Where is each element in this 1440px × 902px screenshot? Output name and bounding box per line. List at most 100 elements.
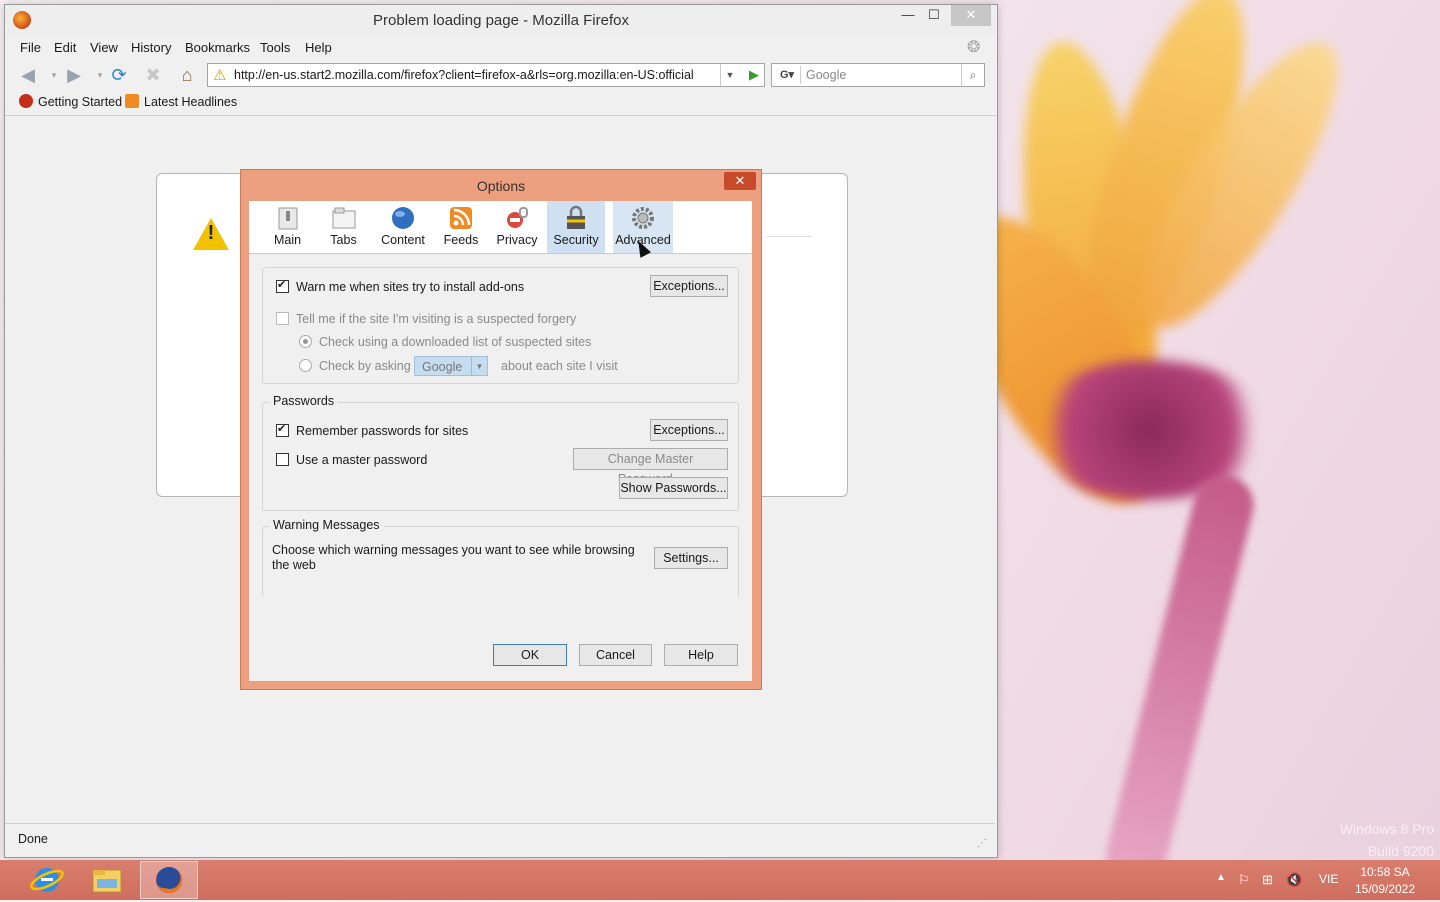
menu-tools[interactable]: Tools (260, 40, 290, 55)
url-history-dropdown-icon[interactable]: ▼ (720, 64, 739, 86)
passwords-exceptions-button[interactable]: Exceptions... (650, 419, 728, 441)
tab-feeds[interactable]: Feeds (442, 201, 480, 253)
remember-passwords-checkbox[interactable] (276, 422, 289, 437)
warnings-description: Choose which warning messages you want t… (272, 543, 635, 572)
tab-content[interactable]: Content (379, 201, 427, 253)
passwords-legend: Passwords (269, 394, 339, 408)
back-arrow-icon[interactable]: ◀ (17, 65, 39, 85)
menu-help[interactable]: Help (305, 40, 332, 55)
title-bar: Problem loading page - Mozilla Firefox —… (5, 5, 997, 35)
passwords-group: Passwords Remember passwords for sites E… (262, 394, 739, 511)
warnings-legend: Warning Messages (269, 518, 384, 532)
home-icon[interactable]: ⌂ (176, 65, 198, 85)
options-dialog: Options ✕ Main Tabs Content Feeds Privac… (240, 169, 762, 690)
search-engine-selector[interactable]: G▾ (774, 66, 801, 84)
dialog-body: Main Tabs Content Feeds Privacy Security (249, 201, 752, 681)
asking-suffix: about each site I visit (501, 359, 618, 373)
stop-icon[interactable]: ✖ (142, 65, 164, 85)
cancel-button[interactable]: Cancel (579, 644, 652, 666)
rss-feed-icon (125, 94, 139, 108)
taskbar-file-explorer[interactable] (78, 861, 136, 899)
windows-watermark: Windows 8 Pro Build 9200 (1339, 821, 1434, 859)
action-center-flag-icon[interactable]: ⚐ (1238, 872, 1250, 888)
provider-select[interactable]: Google ▼ (414, 356, 488, 376)
volume-muted-icon[interactable]: 🔇 (1286, 872, 1302, 888)
search-input[interactable]: Google (806, 68, 846, 82)
tabs-icon (332, 207, 355, 229)
taskbar: ▲ ⚐ ⊞ 🔇 VIE 10:58 SA 15/09/2022 (0, 860, 1440, 900)
close-window-button[interactable]: ✕ (951, 5, 991, 26)
network-icon[interactable]: ⊞ (1262, 872, 1273, 888)
padlock-icon (567, 205, 585, 229)
clock-time: 10:58 SA (1360, 865, 1410, 879)
warnings-settings-button[interactable]: Settings... (654, 547, 728, 569)
menu-edit[interactable]: Edit (54, 40, 76, 55)
warn-addons-checkbox[interactable] (276, 278, 289, 293)
forgery-row[interactable]: Tell me if the site I'm visiting is a su… (276, 312, 576, 326)
radio-downloaded[interactable] (299, 335, 312, 348)
warn-addons-row[interactable]: Warn me when sites try to install add-on… (276, 278, 524, 294)
change-master-password-button[interactable]: Change Master Password... (573, 448, 728, 486)
dialog-close-button[interactable]: ✕ (724, 172, 756, 190)
radio-asking[interactable] (299, 359, 312, 372)
forgery-checkbox[interactable] (276, 312, 289, 325)
remember-passwords-row[interactable]: Remember passwords for sites (276, 422, 468, 438)
error-divider (767, 236, 811, 237)
bookmark-latest-headlines[interactable]: Latest Headlines (125, 94, 237, 109)
throbber-icon: ❂ (967, 39, 981, 56)
menu-file[interactable]: File (20, 40, 41, 55)
radio-asking-row[interactable]: Check by asking (299, 359, 411, 373)
master-password-row[interactable]: Use a master password (276, 453, 427, 467)
status-text: Done (18, 832, 48, 846)
menu-bookmarks[interactable]: Bookmarks (185, 40, 250, 55)
tab-main[interactable]: Main (269, 201, 306, 253)
url-text[interactable]: http://en-us.start2.mozilla.com/firefox?… (234, 68, 694, 82)
bookmark-getting-started[interactable]: Getting Started (19, 94, 122, 109)
gear-icon (632, 207, 654, 229)
window-title: Problem loading page - Mozilla Firefox (373, 12, 629, 29)
system-clock[interactable]: 10:58 SA 15/09/2022 (1352, 864, 1418, 898)
clock-date: 15/09/2022 (1354, 882, 1416, 896)
input-language[interactable]: VIE (1319, 872, 1338, 886)
warning-messages-group: Warning Messages Choose which warning me… (262, 518, 739, 597)
search-bar[interactable]: G▾ Google ⌕ (771, 63, 985, 87)
file-explorer-icon (92, 869, 122, 893)
menu-view[interactable]: View (90, 40, 118, 55)
resize-grip-icon[interactable]: ⋰ (977, 838, 987, 849)
reload-icon[interactable]: ⟳ (108, 65, 130, 85)
taskbar-firefox[interactable] (140, 861, 198, 899)
navigation-toolbar: ◀ ▾ ▶ ▾ ⟳ ✖ ⌂ ⚠ http://en-us.start2.mozi… (5, 57, 997, 89)
tab-tabs[interactable]: Tabs (325, 201, 362, 253)
addons-exceptions-button[interactable]: Exceptions... (650, 275, 728, 297)
taskbar-internet-explorer[interactable] (18, 861, 76, 899)
show-passwords-button[interactable]: Show Passwords... (619, 477, 728, 499)
firefox-icon (155, 867, 183, 894)
options-category-toolbar: Main Tabs Content Feeds Privacy Security (249, 201, 752, 254)
radio-downloaded-row[interactable]: Check using a downloaded list of suspect… (299, 335, 591, 349)
desktop-wallpaper-flower (990, 0, 1440, 860)
minimize-button[interactable]: — (897, 5, 919, 26)
globe-icon (392, 207, 414, 229)
back-history-dropdown-icon[interactable]: ▾ (43, 65, 65, 85)
mask-icon (507, 207, 528, 228)
show-hidden-icons-icon[interactable]: ▲ (1216, 872, 1226, 883)
menu-history[interactable]: History (131, 40, 171, 55)
tab-privacy[interactable]: Privacy (495, 201, 539, 253)
master-password-checkbox[interactable] (276, 453, 289, 466)
maximize-button[interactable]: ☐ (923, 5, 945, 26)
search-magnifier-icon[interactable]: ⌕ (961, 64, 984, 86)
forward-arrow-icon[interactable]: ▶ (63, 65, 85, 85)
tab-security[interactable]: Security (547, 201, 605, 253)
security-group: Warn me when sites try to install add-on… (262, 267, 739, 384)
ok-button[interactable]: OK (493, 644, 567, 666)
url-bar[interactable]: ⚠ http://en-us.start2.mozilla.com/firefo… (207, 63, 765, 87)
switch-icon (278, 207, 297, 230)
go-arrow-icon[interactable]: ▶ (744, 64, 764, 86)
firefox-red-icon (19, 94, 33, 108)
help-button[interactable]: Help (664, 644, 738, 666)
status-bar: Done ⋰ (5, 823, 995, 856)
dialog-title: Options (476, 178, 526, 194)
page-warning-icon: ⚠ (213, 67, 227, 84)
bookmarks-toolbar: Getting Started Latest Headlines (5, 89, 997, 116)
chevron-down-icon: ▼ (471, 357, 487, 375)
